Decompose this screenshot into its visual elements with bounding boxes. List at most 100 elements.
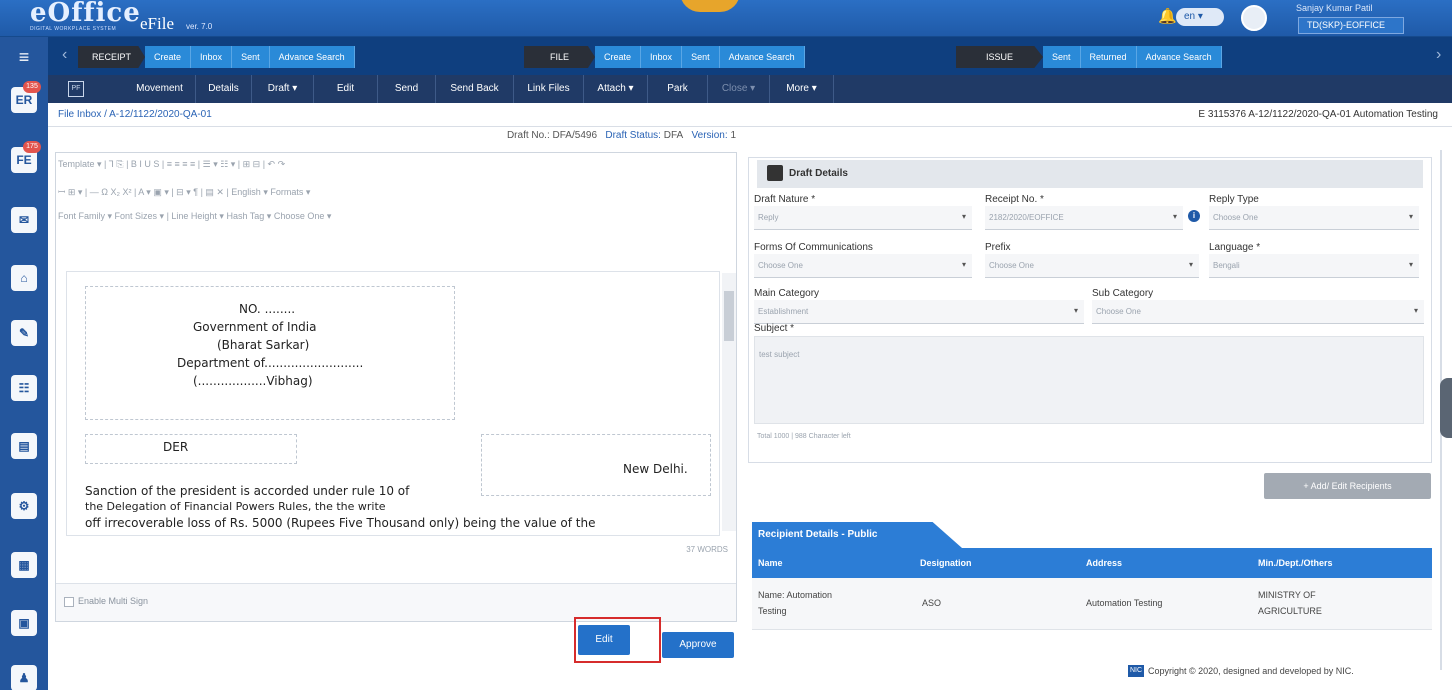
enable-multi-sign-checkbox[interactable] [64,597,74,607]
user-designation[interactable]: TD(SKP)-EOFFICE [1298,17,1404,34]
avatar[interactable] [1241,5,1267,31]
nic-logo: NIC [1128,665,1144,677]
more-dropdown-button[interactable]: More ▾ [770,75,834,103]
edit-action-button[interactable]: Edit [314,75,378,103]
scroll-right-icon[interactable]: › [1436,46,1441,64]
reply-type-label: Reply Type [1209,194,1259,205]
doc-der: DER [163,440,189,454]
file-count-badge: 175 [23,141,41,153]
user-name: Sanjay Kumar Patil [1296,3,1373,13]
subject-value: test subject [759,350,800,359]
receipt-create-menu[interactable]: Create [145,46,192,68]
table-row[interactable]: Name: Automation Testing ASO Automation … [752,578,1432,630]
issue-module-title: ISSUE [956,46,1044,68]
issue-sent-link[interactable]: Sent [1043,46,1081,68]
language-select[interactable]: Language * Bengali ▾ [1209,242,1419,278]
attach-dropdown-button[interactable]: Attach ▾ [584,75,648,103]
version-label: Version: [691,130,728,141]
add-edit-recipients-button[interactable]: + Add/ Edit Recipients [1264,473,1431,499]
issue-returned-link[interactable]: Returned [1080,46,1137,68]
info-icon[interactable]: i [1188,210,1200,222]
prefix-value: Choose One [989,261,1034,270]
scroll-left-icon[interactable]: ‹ [62,46,67,64]
issue-advance-search-link[interactable]: Advance Search [1136,46,1222,68]
draft-dropdown-button[interactable]: Draft ▾ [252,75,314,103]
forms-label: Forms Of Communications [754,242,873,253]
edit-button[interactable]: Edit [578,625,630,655]
reply-type-value: Choose One [1213,213,1258,222]
document-scroll-thumb[interactable] [724,291,734,341]
doc-number: NO. ........ [239,302,296,316]
movement-button[interactable]: Movement [124,75,196,103]
editor-toolbar-row-1[interactable]: Template ▾ | Ꞁ ⎘ | B I U S | ≡ ≡ ≡ ≡ | ☰… [58,159,285,181]
notes-icon[interactable]: ✎ [11,320,37,346]
notification-bell-icon[interactable]: 🔔 [1158,7,1177,25]
draft-nature-select[interactable]: Draft Nature * Reply ▾ [754,194,972,230]
sidebar: ≡ ER 135 FE 175 ✉ ⌂ ✎ ☷ ▤ ⚙ ▦ ▣ ♟ [0,37,48,690]
approve-button[interactable]: Approve [662,632,734,658]
recipient-ministry-line-1: MINISTRY OF [1258,590,1316,600]
col-designation: Designation [920,558,972,568]
send-button[interactable]: Send [378,75,436,103]
doc-body-line-1: Sanction of the president is accorded un… [85,484,410,498]
module-bar: ‹ RECEIPT Create Inbox Sent Advance Sear… [48,37,1452,75]
settings-icon[interactable]: ⚙ [11,493,37,519]
hamburger-menu-icon[interactable]: ≡ [12,47,36,67]
pf-icon[interactable]: PF [68,81,84,97]
enable-multi-sign-label: Enable Multi Sign [78,596,149,606]
document-content[interactable]: NO. ........ Government of India (Bharat… [66,271,720,536]
editor-toolbar-row-3[interactable]: Font Family ▾ Font Sizes ▾ | Line Height… [58,211,331,233]
draft-status-value: DFA [663,130,684,141]
doc-govt: Government of India [193,320,317,334]
draft-status-label: Draft Status: [605,130,661,141]
top-header: eOffice DIGITAL WORKPLACE SYSTEM eFile v… [0,0,1452,37]
receipt-inbox-link[interactable]: Inbox [191,46,233,68]
sub-category-select[interactable]: Sub Category Choose One ▾ [1092,288,1424,324]
recipient-details-tab[interactable]: Recipient Details - Public [752,522,962,548]
receipt-sent-link[interactable]: Sent [232,46,270,68]
version-value: 1 [730,130,736,141]
chevron-down-icon: ▾ [1073,306,1078,315]
der-box [85,434,297,464]
link-files-button[interactable]: Link Files [514,75,584,103]
draft-editor: Template ▾ | Ꞁ ⎘ | B I U S | ≡ ≡ ≡ ≡ | ☰… [55,152,737,622]
user-admin-icon[interactable]: ♟ [11,665,37,690]
dashboard-icon[interactable]: ▤ [11,433,37,459]
sub-category-label: Sub Category [1092,288,1154,299]
home-icon[interactable]: ⌂ [11,265,37,291]
draft-no-value: DFA/5496 [552,130,598,141]
file-inbox-link[interactable]: Inbox [641,46,683,68]
file-sent-link[interactable]: Sent [682,46,720,68]
efile-title: eFile [140,14,174,33]
reports-icon[interactable]: ▦ [11,552,37,578]
calendar-icon[interactable]: ▣ [11,610,37,636]
doc-place: New Delhi. [623,462,688,476]
main-category-select[interactable]: Main Category Establishment ▾ [754,288,1084,324]
chevron-down-icon: ▾ [1172,212,1177,221]
main-category-value: Establishment [758,307,809,316]
records-icon[interactable]: ☷ [11,375,37,401]
file-create-link[interactable]: Create [595,46,642,68]
park-button[interactable]: Park [648,75,708,103]
mail-icon[interactable]: ✉ [11,207,37,233]
reply-type-select[interactable]: Reply Type Choose One ▾ [1209,194,1419,230]
receipt-advance-search-link[interactable]: Advance Search [269,46,355,68]
subject-textarea[interactable] [754,336,1424,424]
send-back-button[interactable]: Send Back [436,75,514,103]
breadcrumb-path[interactable]: File Inbox / A-12/1122/2020-QA-01 [58,109,212,120]
receipt-no-select[interactable]: Receipt No. * 2182/2020/EOFFICE ▾ [985,194,1183,230]
forms-of-communications-select[interactable]: Forms Of Communications Choose One ▾ [754,242,972,278]
chevron-down-icon: ▾ [961,212,966,221]
col-name: Name [758,558,783,568]
doc-bharat: (Bharat Sarkar) [217,338,310,352]
details-button[interactable]: Details [196,75,252,103]
user-menu[interactable]: Sanjay Kumar Patil TD(SKP)-EOFFICE [1280,2,1430,34]
language-selector[interactable]: en ▾ [1176,8,1224,26]
col-address: Address [1086,558,1123,568]
prefix-select[interactable]: Prefix Choose One ▾ [985,242,1199,278]
chevron-down-icon: ▾ [1188,260,1193,269]
collapse-panel-handle[interactable] [1440,378,1452,438]
recipient-name-line-1: Name: Automation [758,590,833,600]
editor-toolbar-row-2[interactable]: ꟷ ⊞ ▾ | — Ω X₂ X² | A ▾ ▣ ▾ | ⊟ ▾ ¶ | ▤ … [58,185,310,207]
file-advance-search-link[interactable]: Advance Search [719,46,805,68]
